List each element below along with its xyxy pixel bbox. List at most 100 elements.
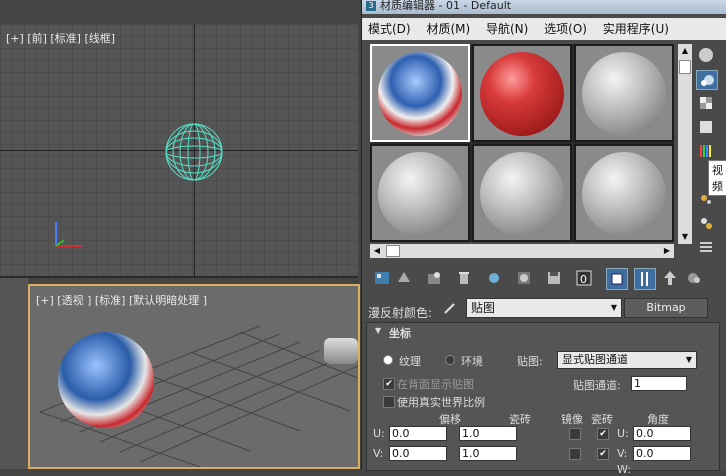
wireframe-sphere[interactable] (164, 122, 224, 182)
radio-environment[interactable] (445, 355, 455, 365)
v-mirror-checkbox[interactable] (569, 448, 581, 460)
app-icon: 3 (366, 1, 376, 11)
map-name-value: 贴图 (471, 301, 496, 315)
perspective-sphere[interactable] (58, 332, 154, 428)
v-offset-spinner[interactable]: 0.0 (389, 446, 447, 461)
title-bar[interactable]: 3 材质编辑器 - 01 - Default (362, 0, 726, 14)
map-type-button[interactable]: Bitmap (624, 298, 708, 318)
menu-options[interactable]: 选项(O) (538, 18, 593, 40)
u-angle-label: U: (617, 427, 629, 440)
material-editor-dialog: 3 材质编辑器 - 01 - Default 模式(D) 材质(M) 导航(N) … (361, 0, 726, 476)
map-channel-label: 贴图通道: (573, 379, 621, 392)
scroll-right-icon[interactable]: ▶ (660, 244, 674, 258)
menu-navigation[interactable]: 导航(N) (480, 18, 534, 40)
axis-gizmo-icon (55, 222, 82, 247)
v-angle-spinner[interactable]: 0.0 (633, 446, 691, 461)
go-to-parent-icon[interactable] (660, 268, 680, 288)
sample-slot-6[interactable] (574, 144, 674, 242)
scroll-down-icon[interactable]: ▼ (678, 230, 692, 244)
mapping-dropdown[interactable]: 显式贴图通道 ▼ (557, 351, 697, 369)
collapse-arrow-icon: ▼ (375, 326, 382, 335)
radio-texture[interactable] (383, 355, 393, 365)
slots-vertical-scrollbar[interactable]: ▲ ▼ (678, 44, 692, 244)
options-icon[interactable] (696, 190, 716, 208)
map-channel-spinner[interactable]: 1 (631, 376, 687, 391)
make-unique-icon[interactable] (484, 268, 504, 288)
sample-slot-2[interactable] (472, 44, 572, 142)
show-back-checkbox[interactable]: ✔ (383, 378, 395, 390)
v-tile-checkbox[interactable]: ✔ (597, 448, 609, 460)
mapping-dropdown-arrow-icon: ▼ (685, 355, 692, 364)
u-row-label: U: (373, 427, 385, 440)
real-world-label: 使用真实世界比例 (397, 396, 485, 409)
sample-sphere-bitmap (378, 52, 462, 136)
material-map-navigator-icon[interactable] (696, 214, 716, 232)
dialog-title: 材质编辑器 - 01 - Default (380, 0, 512, 12)
v-angle-label: V: (617, 447, 628, 460)
w-angle-label: W: (617, 463, 631, 476)
go-forward-sibling-icon[interactable] (684, 268, 704, 288)
front-viewport-label[interactable]: [+] [前] [标准] [线框] (6, 30, 115, 46)
menu-bar: 模式(D) 材质(M) 导航(N) 选项(O) 实用程序(U) (362, 18, 726, 40)
eyedropper-icon[interactable] (442, 300, 458, 316)
real-world-checkbox[interactable] (383, 396, 395, 408)
mapping-value: 显式贴图通道 (562, 353, 628, 366)
u-tiling-spinner[interactable]: 1.0 (459, 426, 517, 441)
background-icon[interactable] (696, 94, 716, 112)
menu-utilities[interactable]: 实用程序(U) (597, 18, 675, 40)
col-angle-header: 角度 (647, 413, 669, 426)
viewport-divider (0, 278, 28, 469)
rollout-header[interactable]: ▼ 坐标 (367, 323, 719, 341)
sample-type-icon[interactable] (696, 46, 716, 64)
delete-icon[interactable] (454, 268, 474, 288)
menu-mode[interactable]: 模式(D) (362, 18, 417, 40)
sample-sphere-gray-3 (582, 52, 666, 136)
uv-tiling-icon[interactable] (696, 118, 716, 136)
radio-environment-label: 环境 (461, 355, 483, 368)
col-tiling-header: 瓷砖 (509, 413, 531, 426)
v-tiling-spinner[interactable]: 1.0 (459, 446, 517, 461)
rollout-title: 坐标 (389, 327, 411, 340)
u-offset-spinner[interactable]: 0.0 (389, 426, 447, 441)
assign-material-icon[interactable] (424, 268, 444, 288)
get-material-icon[interactable] (372, 268, 392, 288)
scroll-up-icon[interactable]: ▲ (678, 44, 692, 58)
sample-sphere-gray-5 (480, 152, 564, 236)
show-map-in-viewport-icon[interactable] (606, 268, 628, 290)
scene-object[interactable] (324, 338, 358, 364)
video-color-check-icon[interactable] (696, 142, 716, 160)
col-tile-header: 瓷砖 (591, 413, 613, 426)
u-tile-checkbox[interactable]: ✔ (597, 428, 609, 440)
sample-slot-5[interactable] (472, 144, 572, 242)
col-offset-header: 偏移 (439, 413, 461, 426)
scroll-thumb[interactable] (679, 60, 691, 74)
u-angle-spinner[interactable]: 0.0 (633, 426, 691, 441)
save-icon[interactable] (544, 268, 564, 288)
mapping-label: 贴图: (517, 355, 543, 368)
scroll-left-icon[interactable]: ◀ (370, 244, 384, 258)
show-back-label: 在背面显示贴图 (397, 378, 474, 391)
select-by-material-icon[interactable] (696, 238, 716, 256)
radio-texture-label: 纹理 (399, 355, 421, 368)
u-mirror-checkbox[interactable] (569, 428, 581, 440)
sample-slot-4[interactable] (370, 144, 470, 242)
svg-text:0: 0 (580, 273, 587, 286)
sample-slots (370, 44, 674, 242)
dropdown-arrow-icon: ▼ (610, 303, 617, 312)
material-id-icon[interactable]: 0 (574, 268, 594, 288)
sample-slot-3[interactable] (574, 44, 674, 142)
put-to-scene-icon[interactable] (394, 268, 414, 288)
diffuse-color-label: 漫反射颜色: (368, 306, 433, 320)
slots-horizontal-scrollbar[interactable]: ◀ ▶ (370, 244, 674, 258)
sample-sphere-gray-6 (582, 152, 666, 236)
h-scroll-thumb[interactable] (386, 245, 400, 257)
map-name-dropdown[interactable]: 贴图 ▼ (466, 298, 622, 318)
sample-slot-1[interactable] (370, 44, 470, 142)
front-viewport[interactable]: [+] [前] [标准] [线框] (0, 24, 358, 278)
sample-sphere-red (480, 52, 564, 136)
show-end-result-icon[interactable] (634, 268, 656, 290)
perspective-viewport[interactable]: [+] [透视 ] [标准] [默认明暗处理 ] (28, 284, 360, 469)
backlight-icon[interactable] (696, 70, 718, 90)
copy-material-icon[interactable] (514, 268, 534, 288)
menu-material[interactable]: 材质(M) (420, 18, 476, 40)
